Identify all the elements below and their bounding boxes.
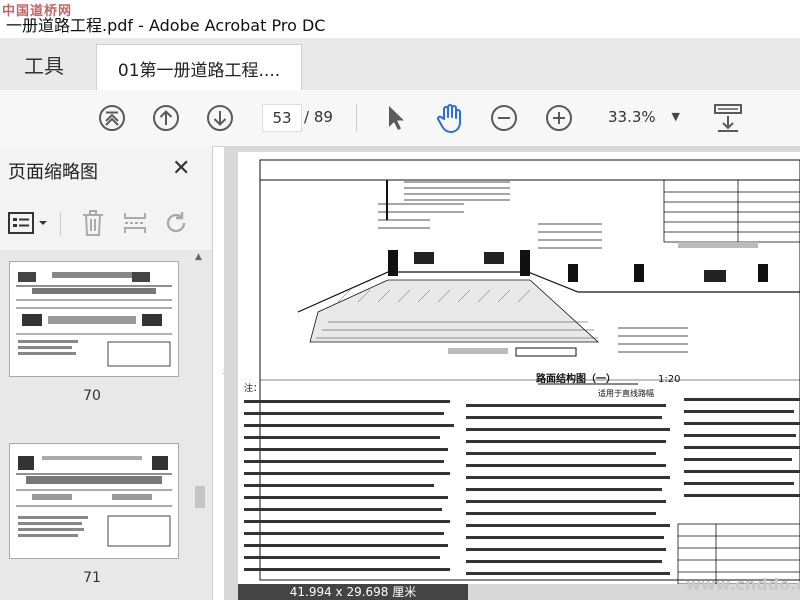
window-title: 一册道路工程.pdf - Adobe Acrobat Pro DC xyxy=(6,16,326,35)
tab-document[interactable]: 01第一册道路工程.... xyxy=(96,44,302,91)
plus-circle-icon xyxy=(546,105,572,131)
hand-tool-button[interactable] xyxy=(434,102,466,134)
arrow-up-icon xyxy=(153,105,179,131)
drawing-subtitle: 适用于直线路幅 xyxy=(598,389,654,398)
document-viewer[interactable]: 路面结构图（一） 1:20 适用于直线路幅 注： 41.994 x 29.698… xyxy=(224,146,800,600)
extract-pages-button[interactable] xyxy=(118,208,152,238)
zoom-level-select[interactable]: 33.3% ▼ xyxy=(598,104,684,130)
scrollbar-thumb[interactable] xyxy=(195,486,205,508)
page-thumbnail[interactable] xyxy=(10,444,178,558)
chevron-down-icon: ▼ xyxy=(671,110,680,123)
extract-pages-icon xyxy=(124,213,146,233)
scroll-mode-icon xyxy=(714,104,742,132)
thumbnail-panel: 页面缩略图 ✕ 70 71 ▲ xyxy=(0,146,213,600)
thumbnail-drawing xyxy=(16,456,172,547)
panel-toolbar-divider xyxy=(60,212,61,236)
scroll-mode-button[interactable] xyxy=(712,102,744,134)
tab-tools[interactable]: 工具 xyxy=(0,38,88,90)
page-count: / 89 xyxy=(304,108,333,126)
options-menu-button[interactable] xyxy=(6,208,52,238)
pdf-page: 路面结构图（一） 1:20 适用于直线路幅 注： xyxy=(238,152,800,584)
page-thumbnail[interactable] xyxy=(10,262,178,376)
next-page-button[interactable] xyxy=(204,102,236,134)
page-number-input[interactable]: 53 xyxy=(262,104,302,132)
hand-icon xyxy=(437,104,461,133)
cursor-arrow-icon xyxy=(389,106,404,130)
drawing-section-title: 路面结构图（一） xyxy=(536,374,616,385)
rotate-icon xyxy=(166,212,186,233)
zoom-in-button[interactable] xyxy=(543,102,575,134)
trash-icon xyxy=(83,210,103,236)
zoom-level-value: 33.3% xyxy=(608,108,656,126)
previous-page-button[interactable] xyxy=(150,102,182,134)
minus-circle-icon xyxy=(491,105,517,131)
panel-toolbar xyxy=(0,200,212,248)
main-toolbar: 53 / 89 33.3% ▼ xyxy=(0,90,800,147)
thumbnail-drawing xyxy=(16,272,172,367)
list-options-icon xyxy=(8,212,47,234)
tab-bar: 工具 01第一册道路工程.... xyxy=(0,38,800,91)
delete-page-button[interactable] xyxy=(76,208,110,238)
thumbnail-page-label: 70 xyxy=(83,388,101,404)
title-bar: 中国道桥网 一册道路工程.pdf - Adobe Acrobat Pro DC xyxy=(0,0,800,39)
scroll-up-icon[interactable]: ▲ xyxy=(195,252,202,262)
page-size-indicator: 41.994 x 29.698 厘米 xyxy=(238,584,468,600)
first-page-icon xyxy=(99,105,125,131)
toolbar-divider xyxy=(356,104,357,132)
arrow-down-icon xyxy=(207,105,233,131)
select-tool-button[interactable] xyxy=(380,102,412,134)
thumbnail-list[interactable]: 70 71 ▲ xyxy=(0,250,212,600)
close-icon[interactable]: ✕ xyxy=(172,156,190,181)
road-structure-drawing xyxy=(244,159,800,584)
thumbnail-page-label: 71 xyxy=(83,570,101,586)
drawing-scale: 1:20 xyxy=(658,374,681,385)
zoom-out-button[interactable] xyxy=(488,102,520,134)
watermark-bottom: www.cnddo.com xyxy=(686,575,800,594)
thumbnail-scrollbar[interactable]: ▲ xyxy=(192,250,208,600)
panel-title: 页面缩略图 xyxy=(8,162,98,183)
first-page-button[interactable] xyxy=(96,102,128,134)
rotate-page-button[interactable] xyxy=(160,208,194,238)
notes-heading: 注： xyxy=(244,384,263,394)
